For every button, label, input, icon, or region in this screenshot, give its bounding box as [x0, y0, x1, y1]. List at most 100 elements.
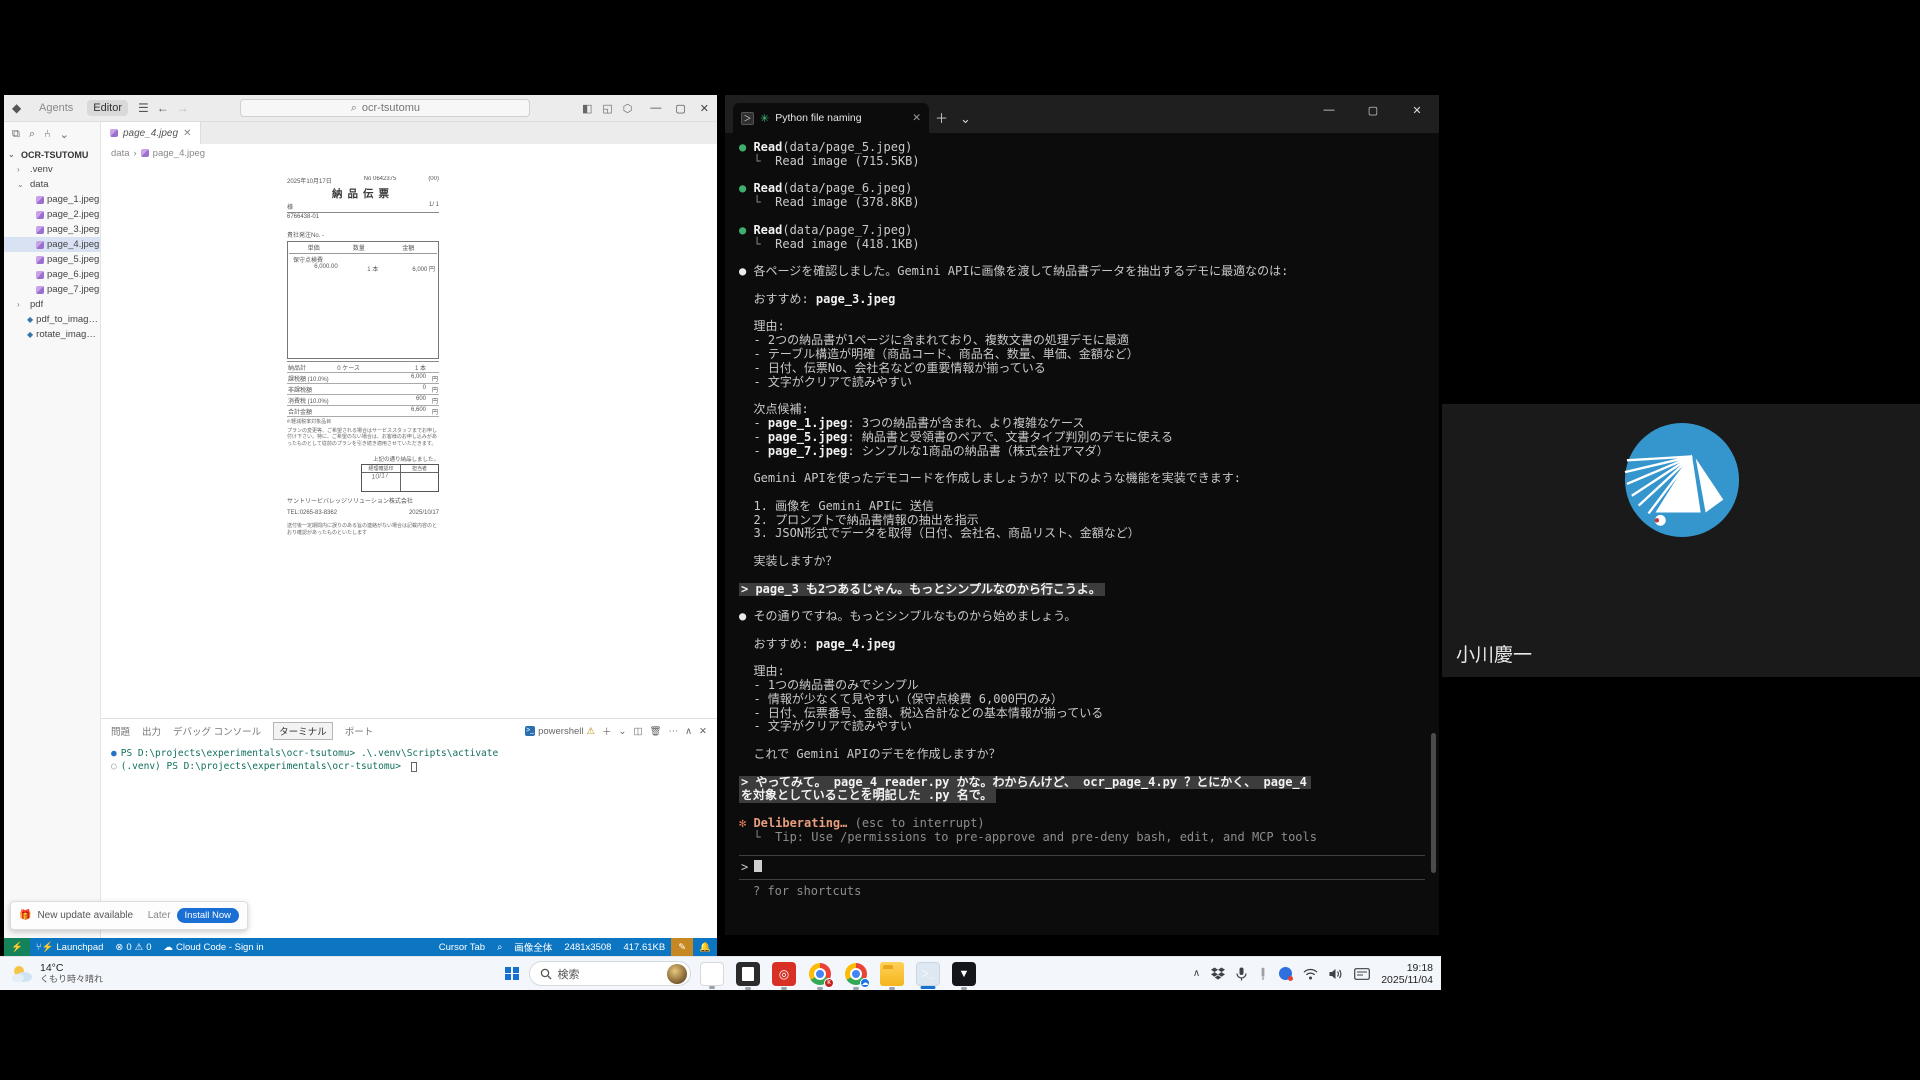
wifi-icon[interactable]: [1303, 968, 1318, 980]
explorer-item-data[interactable]: ⌄data: [4, 177, 100, 192]
pen-disabled-icon[interactable]: ✎: [671, 938, 693, 956]
panel-tab-2[interactable]: デバッグ コンソール: [173, 724, 261, 738]
minimize-icon[interactable]: —: [1307, 95, 1351, 125]
app-icon-windows-terminal[interactable]: ＞_: [916, 962, 940, 986]
explorer-item-page-1-jpeg[interactable]: page_1.jpeg: [4, 192, 100, 207]
chevron-down-icon[interactable]: ⌄: [60, 128, 69, 141]
maximize-icon[interactable]: ▢: [1351, 95, 1395, 125]
cursor-tab-item[interactable]: Cursor Tab: [433, 938, 491, 956]
new-tab-icon[interactable]: ＋: [935, 108, 948, 127]
conversation-log: ● Read(data/page_5.jpeg) └ Read image (7…: [739, 141, 1425, 845]
app-icon-chrome-profile1[interactable]: k: [808, 962, 832, 986]
close-tab-icon[interactable]: ✕: [183, 128, 191, 139]
search-icon[interactable]: ⌕: [29, 128, 35, 141]
maximize-panel-icon[interactable]: ∧: [685, 726, 692, 737]
speaker-icon[interactable]: [1329, 968, 1343, 980]
app-icon-edge[interactable]: [700, 962, 724, 986]
close-panel-icon[interactable]: ✕: [699, 726, 707, 737]
app-icon-dark-t[interactable]: ▼: [952, 962, 976, 986]
taskbar-clock[interactable]: 19:18 2025/11/04: [1381, 962, 1433, 986]
image-file-icon: [141, 149, 149, 157]
start-button[interactable]: [505, 967, 519, 981]
terminal-line: おすすめ: page_4.jpeg: [739, 638, 1425, 652]
microphone-icon[interactable]: [1236, 967, 1247, 981]
editor-tabbar: page_4.jpeg ✕: [101, 122, 717, 144]
claude-input-box[interactable]: > ? for shortcuts: [739, 855, 1425, 900]
chevron-down-icon[interactable]: ⌄: [619, 726, 627, 737]
explorer-item-rotate-images-py[interactable]: ◆rotate_images.py: [4, 327, 100, 342]
app-icon-file-explorer[interactable]: [880, 962, 904, 986]
minimize-icon[interactable]: —: [650, 102, 661, 115]
panel-tab-0[interactable]: 問題: [111, 724, 130, 738]
terminal-cursor: [411, 762, 417, 772]
terminal-tab[interactable]: ＞ ✳ Python file naming ✕: [733, 103, 929, 133]
tab-agents[interactable]: Agents: [33, 100, 79, 116]
image-mode-item[interactable]: 画像全体: [508, 938, 558, 956]
layout-toggle-icons[interactable]: ◧ ◱ ⬡: [582, 102, 632, 115]
split-terminal-icon[interactable]: ◫: [634, 726, 643, 737]
app-icon-red[interactable]: ◎: [772, 962, 796, 986]
close-icon[interactable]: ✕: [1395, 95, 1439, 125]
explorer-item-page-4-jpeg[interactable]: page_4.jpeg: [4, 237, 100, 252]
explorer-item-pdf-to-images-py[interactable]: ◆pdf_to_images.py: [4, 312, 100, 327]
new-terminal-icon[interactable]: ＋: [602, 724, 612, 738]
pinned-apps: ◎ k ☁ ＞_ ▼: [700, 962, 976, 986]
breadcrumb[interactable]: data › page_4.jpeg: [101, 144, 717, 162]
explorer-item-ocr-tsutomu[interactable]: ⌄OCR-TSUTOMU: [4, 147, 100, 162]
taskbar-search-input[interactable]: 検索: [529, 961, 691, 986]
back-icon[interactable]: ←: [157, 101, 169, 115]
problems-item[interactable]: ⊗0 ⚠0: [109, 938, 157, 956]
app-icon-document[interactable]: [736, 962, 760, 986]
notification-bell-icon[interactable]: 🔔: [693, 938, 717, 956]
files-icon[interactable]: ⧉: [12, 128, 20, 141]
maximize-icon[interactable]: ▢: [675, 102, 685, 115]
chevron-down-icon[interactable]: ⌄: [960, 111, 971, 127]
hidden-icons-chevron[interactable]: ∧: [1193, 968, 1200, 979]
install-now-button[interactable]: Install Now: [177, 908, 239, 923]
explorer-item-pdf[interactable]: ›pdf: [4, 297, 100, 312]
panel-tab-1[interactable]: 出力: [142, 724, 161, 738]
explorer-item-page-2-jpeg[interactable]: page_2.jpeg: [4, 207, 100, 222]
cloud-code-item[interactable]: ☁ Cloud Code - Sign in: [158, 938, 270, 956]
pen-icon[interactable]: [1258, 967, 1268, 981]
image-preview-pane: 2025年10月17日 No 0642375 (00) 納品伝票 様 1/ 1 …: [101, 162, 717, 718]
explorer-item-page-5-jpeg[interactable]: page_5.jpeg: [4, 252, 100, 267]
search-icon[interactable]: ⌕: [491, 938, 508, 956]
terminal-line: - テーブル構造が明確（商品コード、商品名、数量、単価、金額など）: [739, 348, 1425, 362]
panel-tab-4[interactable]: ポート: [345, 724, 374, 738]
remote-indicator[interactable]: ⚡: [4, 938, 30, 956]
editor-tab-page4[interactable]: page_4.jpeg ✕: [101, 122, 201, 144]
dropbox-icon[interactable]: [1211, 967, 1225, 980]
panel-left-icon[interactable]: ◧: [582, 102, 592, 115]
command-search-input[interactable]: ⌕ ocr-tsutomu: [240, 99, 530, 117]
shell-selector[interactable]: >_powershell⚠: [525, 726, 595, 737]
search-highlight-image: [667, 964, 687, 984]
image-dimensions: 2481x3508: [558, 938, 617, 956]
app-icon-chrome-profile2[interactable]: ☁: [844, 962, 868, 986]
explorer-item-page-6-jpeg[interactable]: page_6.jpeg: [4, 267, 100, 282]
ime-keyboard-icon[interactable]: [1354, 968, 1370, 980]
claude-code-session[interactable]: ● Read(data/page_5.jpeg) └ Read image (7…: [725, 133, 1439, 935]
tab-editor[interactable]: Editor: [87, 100, 128, 116]
close-icon[interactable]: ✕: [700, 102, 709, 115]
kill-terminal-icon[interactable]: 🗑: [650, 726, 662, 737]
more-actions-icon[interactable]: ⋯: [669, 726, 679, 737]
weather-widget[interactable]: 14°C くもり時々晴れ: [0, 963, 150, 985]
panel-bottom-icon[interactable]: ◱: [602, 102, 612, 115]
panel-tab-3[interactable]: ターミナル: [273, 722, 333, 740]
menu-icon[interactable]: ☰: [138, 101, 149, 115]
source-control-icon[interactable]: ⑃: [44, 128, 51, 141]
explorer-item--venv[interactable]: ›.venv: [4, 162, 100, 177]
terminal-line: [739, 169, 1425, 183]
later-button[interactable]: Later: [148, 910, 171, 921]
settings-icon[interactable]: ⬡: [623, 102, 633, 115]
launchpad-item[interactable]: ⑂⚡ Launchpad: [30, 938, 110, 956]
close-tab-icon[interactable]: ✕: [912, 112, 921, 124]
scrollbar-thumb[interactable]: [1431, 733, 1436, 873]
participant-tile[interactable]: 小川慶一: [1442, 404, 1920, 677]
explorer-item-page-3-jpeg[interactable]: page_3.jpeg: [4, 222, 100, 237]
forward-icon[interactable]: →: [177, 101, 189, 115]
status-dot-icon[interactable]: [1279, 967, 1292, 980]
terminal-line: └ Tip: Use /permissions to pre-approve a…: [739, 831, 1425, 845]
explorer-item-page-7-jpeg[interactable]: page_7.jpeg: [4, 282, 100, 297]
